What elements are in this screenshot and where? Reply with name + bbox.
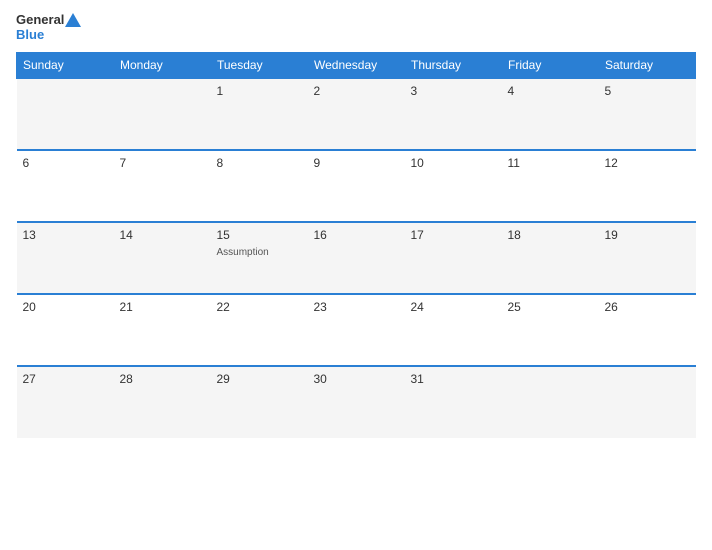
calendar-cell: 1: [211, 78, 308, 150]
day-header-sunday: Sunday: [17, 53, 114, 79]
day-header-friday: Friday: [502, 53, 599, 79]
day-number: 13: [23, 228, 108, 242]
day-number: 26: [605, 300, 690, 314]
calendar-cell: 18: [502, 222, 599, 294]
week-row-3: 13 14 15 Assumption 16 17 18 19: [17, 222, 696, 294]
day-number: 31: [411, 372, 496, 386]
calendar-cell: 6: [17, 150, 114, 222]
day-number: 25: [508, 300, 593, 314]
day-number: 3: [411, 84, 496, 98]
calendar-cell: 21: [114, 294, 211, 366]
calendar-cell: 9: [308, 150, 405, 222]
calendar-cell: 8: [211, 150, 308, 222]
calendar-cell: 15 Assumption: [211, 222, 308, 294]
logo: GeneralBlue: [16, 12, 81, 42]
header: GeneralBlue: [16, 12, 696, 42]
calendar-cell: 17: [405, 222, 502, 294]
days-header-row: SundayMondayTuesdayWednesdayThursdayFrid…: [17, 53, 696, 79]
day-number: 12: [605, 156, 690, 170]
day-number: 27: [23, 372, 108, 386]
day-number: 10: [411, 156, 496, 170]
calendar-cell: 28: [114, 366, 211, 438]
day-number: 29: [217, 372, 302, 386]
day-number: 9: [314, 156, 399, 170]
calendar-cell: 20: [17, 294, 114, 366]
calendar-cell: 14: [114, 222, 211, 294]
day-number: 14: [120, 228, 205, 242]
calendar-cell: 29: [211, 366, 308, 438]
day-header-saturday: Saturday: [599, 53, 696, 79]
day-number: 21: [120, 300, 205, 314]
logo-triangle-icon: [65, 13, 81, 27]
logo-blue: Blue: [16, 27, 81, 42]
day-number: 7: [120, 156, 205, 170]
day-number: 23: [314, 300, 399, 314]
calendar-table: SundayMondayTuesdayWednesdayThursdayFrid…: [16, 52, 696, 438]
day-number: 11: [508, 156, 593, 170]
day-number: 17: [411, 228, 496, 242]
calendar-cell: 16: [308, 222, 405, 294]
calendar-cell: 31: [405, 366, 502, 438]
day-number: 28: [120, 372, 205, 386]
calendar-cell: 4: [502, 78, 599, 150]
calendar-cell: 7: [114, 150, 211, 222]
calendar-cell: 25: [502, 294, 599, 366]
calendar-cell: [114, 78, 211, 150]
calendar-cell: 24: [405, 294, 502, 366]
calendar-cell: 22: [211, 294, 308, 366]
day-header-tuesday: Tuesday: [211, 53, 308, 79]
day-number: 8: [217, 156, 302, 170]
calendar-cell: [599, 366, 696, 438]
day-number: 18: [508, 228, 593, 242]
day-number: 19: [605, 228, 690, 242]
calendar-cell: 12: [599, 150, 696, 222]
day-number: 1: [217, 84, 302, 98]
week-row-2: 6789 10 11 12: [17, 150, 696, 222]
calendar-cell: 23: [308, 294, 405, 366]
week-row-4: 20 21 22 23 24 25 26: [17, 294, 696, 366]
day-number: 15: [217, 228, 302, 242]
day-header-thursday: Thursday: [405, 53, 502, 79]
day-header-wednesday: Wednesday: [308, 53, 405, 79]
day-number: 4: [508, 84, 593, 98]
calendar-cell: 27: [17, 366, 114, 438]
calendar-cell: 13: [17, 222, 114, 294]
day-number: 5: [605, 84, 690, 98]
calendar-cell: 26: [599, 294, 696, 366]
day-header-monday: Monday: [114, 53, 211, 79]
calendar-cell: 19: [599, 222, 696, 294]
day-number: 22: [217, 300, 302, 314]
logo-general: General: [16, 12, 64, 27]
day-number: 20: [23, 300, 108, 314]
calendar-page: GeneralBlue SundayMondayTuesdayWednesday…: [0, 0, 712, 550]
holiday-label: Assumption: [217, 247, 269, 258]
calendar-cell: [502, 366, 599, 438]
calendar-cell: 3: [405, 78, 502, 150]
week-row-1: 12345: [17, 78, 696, 150]
calendar-cell: 30: [308, 366, 405, 438]
day-number: 2: [314, 84, 399, 98]
calendar-cell: 5: [599, 78, 696, 150]
week-row-5: 27 28 29 30 31: [17, 366, 696, 438]
day-number: 30: [314, 372, 399, 386]
day-number: 24: [411, 300, 496, 314]
calendar-cell: [17, 78, 114, 150]
calendar-cell: 2: [308, 78, 405, 150]
day-number: 16: [314, 228, 399, 242]
day-number: 6: [23, 156, 108, 170]
calendar-cell: 11: [502, 150, 599, 222]
calendar-cell: 10: [405, 150, 502, 222]
